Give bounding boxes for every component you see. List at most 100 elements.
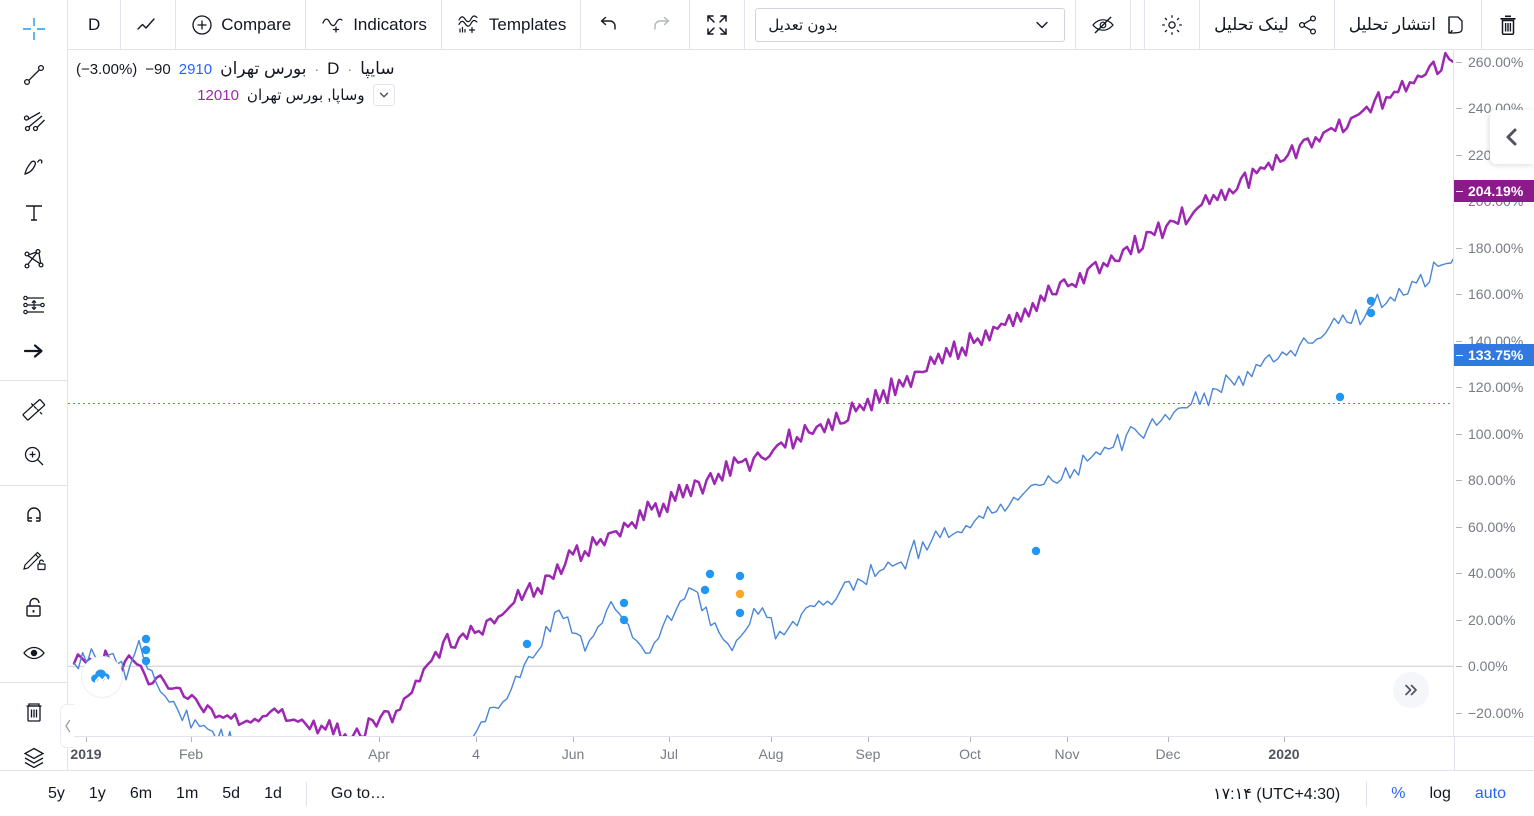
legend-interval: D [327,59,339,79]
price-axis-label: 0.00% [1468,658,1508,674]
fullscreen-button[interactable] [690,0,744,50]
time-axis-label: 4 [472,746,480,762]
zoom-in-icon[interactable] [12,434,56,478]
publish-analysis-button[interactable]: انتشار تحلیل [1335,0,1481,50]
magnet-icon[interactable] [12,493,56,537]
toolbar-spacer [1131,0,1144,50]
chart-marker[interactable] [523,640,531,648]
time-axis-tick [771,737,772,742]
chevron-down-icon[interactable] [373,84,395,106]
legend-compare-row[interactable]: وساپا, بورس تهران 12010 [76,82,395,108]
chart-marker[interactable] [706,570,714,578]
drawing-toolbar [0,0,68,770]
arrow-marker-icon[interactable] [12,329,56,373]
text-icon[interactable] [12,191,56,235]
measure-tools-group [0,380,67,485]
chart-marker[interactable] [1336,393,1344,401]
lock-drawings-icon[interactable] [12,585,56,629]
price-axis-label: 80.00% [1468,472,1515,488]
chart-marker[interactable] [736,609,744,617]
indicators-button[interactable]: Indicators [306,0,441,50]
chart-marker[interactable] [1367,297,1375,305]
range-button-1y[interactable]: 1y [79,780,116,808]
bottom-divider-1 [306,782,307,806]
fullscreen-icon [704,12,730,38]
scale-log-button[interactable]: log [1420,780,1461,808]
measure-ruler-icon[interactable] [12,388,56,432]
eye-off-icon [1090,12,1116,38]
time-axis-label: Nov [1055,746,1080,762]
scale-auto-button[interactable]: auto [1465,780,1516,808]
last-price-badge[interactable]: 133.75% [1454,344,1534,366]
adjustment-select[interactable]: بدون تعدیل [755,8,1065,42]
price-axis-label: 40.00% [1468,565,1515,581]
share-analysis-label: لینک تحلیل [1214,15,1289,35]
templates-button[interactable]: Templates [442,0,580,50]
series-line-2 [74,225,1454,736]
chart-pane[interactable]: سایپا · D · بورس تهران 2910 −90 (−3.00%) [68,50,1454,736]
cursor-crosshair-icon[interactable] [12,7,56,51]
time-axis-label: Dec [1156,746,1181,762]
compare-button[interactable]: Compare [176,0,305,50]
time-axis-label: Aug [759,746,784,762]
share-analysis-button[interactable]: لینک تحلیل [1200,0,1334,50]
chart-marker[interactable] [142,646,150,654]
trend-line-icon[interactable] [12,53,56,97]
remove-drawings-icon[interactable] [12,690,56,734]
chart-style-button[interactable] [121,0,175,50]
delete-layout-button[interactable] [1482,0,1534,50]
stay-in-drawing-mode-icon[interactable] [12,539,56,583]
range-button-5y[interactable]: 5y [38,780,75,808]
chart-marker[interactable] [701,586,709,594]
pitchfork-icon[interactable] [12,99,56,143]
price-axis-label: 180.00% [1468,240,1523,256]
hide-drawings-icon[interactable] [12,631,56,675]
hide-indicators-button[interactable] [1076,0,1130,50]
chart-marker[interactable] [736,590,744,598]
price-axis-tick [1456,62,1462,63]
chart-marker[interactable] [736,572,744,580]
chart-marker[interactable] [1032,547,1040,555]
legend-main-row[interactable]: سایپا · D · بورس تهران 2910 −90 (−3.00%) [76,56,395,82]
range-button-6m[interactable]: 6m [120,780,162,808]
left-panel-collapse-button[interactable] [60,704,74,748]
time-axis-label: 2020 [1268,746,1299,762]
right-panel-collapse-button[interactable] [1490,110,1534,164]
long-short-position-icon[interactable] [12,283,56,327]
price-axis-tick [1456,294,1462,295]
time-axis-label: Feb [179,746,203,762]
time-axis-label: Sep [856,746,881,762]
range-button-1m[interactable]: 1m [166,780,208,808]
undo-button[interactable] [581,0,635,50]
patterns-icon[interactable] [12,237,56,281]
series-line-1 [74,50,1454,736]
price-axis-tick [1456,713,1462,714]
compare-price-badge[interactable]: 204.19% [1454,180,1534,202]
chart-marker[interactable] [620,599,628,607]
chart-marker[interactable] [620,616,628,624]
brush-icon[interactable] [12,145,56,189]
chart-logo-icon[interactable] [81,656,123,698]
range-button-5d[interactable]: 5d [212,780,250,808]
time-axis-label: Jun [562,746,585,762]
price-axis-tick [1456,620,1462,621]
price-axis-tick [1456,573,1462,574]
time-axis-tick [1284,737,1285,742]
time-axis[interactable]: 2019FebApr4JunJulAugSepOctNovDec2020 [68,736,1534,770]
go-to-date-button[interactable]: Go to… [321,780,396,808]
chart-marker[interactable] [1367,309,1375,317]
chart-settings-button[interactable] [1145,0,1199,50]
range-button-1d[interactable]: 1d [254,780,292,808]
chevron-down-icon [1032,15,1052,35]
price-axis-label: 260.00% [1468,54,1523,70]
chart-marker[interactable] [142,657,150,665]
redo-button[interactable] [635,0,689,50]
scale-percent-button[interactable]: % [1381,780,1415,808]
line-chart-icon [135,12,161,38]
price-axis-tick [1456,387,1462,388]
interval-button[interactable]: D [68,0,120,50]
chart-marker[interactable] [142,635,150,643]
legend-change-percent: (−3.00%) [76,61,137,78]
time-axis-tick [476,737,477,742]
scroll-to-realtime-button[interactable] [1393,672,1429,708]
